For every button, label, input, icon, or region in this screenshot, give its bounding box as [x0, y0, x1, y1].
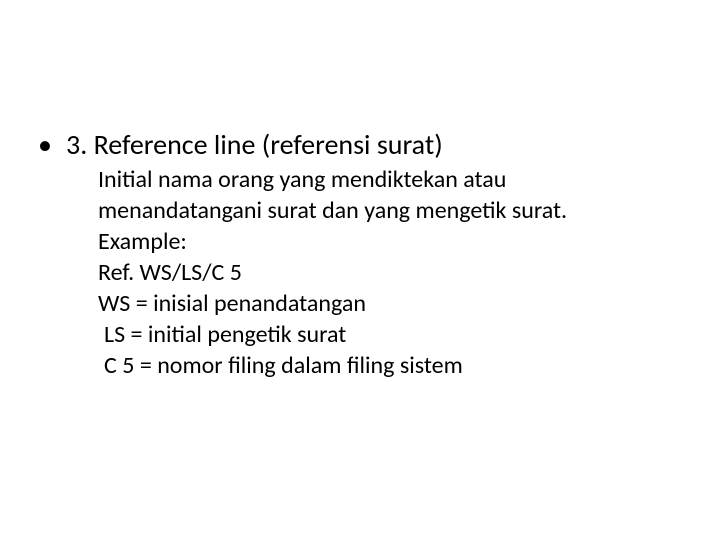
body-line-5: WS = inisial penandatangan: [98, 288, 680, 319]
body-line-6: LS = initial pengetik surat: [98, 319, 680, 350]
body-text-block: Initial nama orang yang mendiktekan atau…: [38, 162, 680, 381]
bullet-glyph: •: [38, 128, 66, 162]
slide-container: • 3. Reference line (referensi surat) In…: [0, 0, 720, 540]
body-line-3: Example:: [98, 226, 680, 257]
bullet-list-item: • 3. Reference line (referensi surat): [38, 128, 680, 162]
body-line-2: menandatangani surat dan yang mengetik s…: [98, 195, 680, 226]
body-line-4: Ref. WS/LS/C 5: [98, 257, 680, 288]
body-line-7: C 5 = nomor filing dalam filing sistem: [98, 350, 680, 381]
body-line-1: Initial nama orang yang mendiktekan atau: [98, 164, 680, 195]
bullet-heading: 3. Reference line (referensi surat): [66, 128, 443, 162]
